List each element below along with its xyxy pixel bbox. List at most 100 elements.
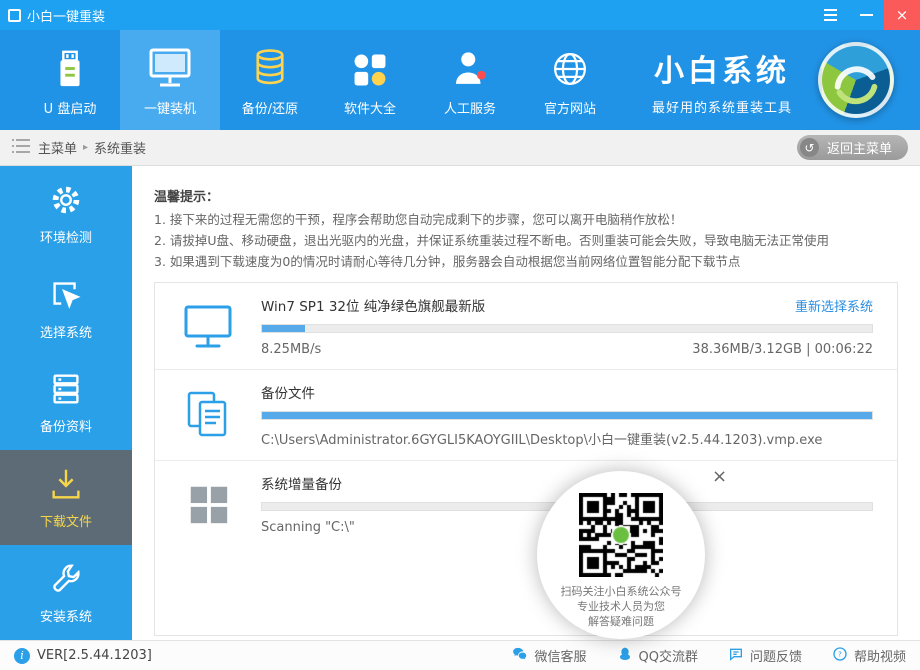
menu-icon[interactable]: [812, 0, 848, 30]
app-window: 小白一键重装 × U 盘启动 一键装机 备份/还原: [0, 0, 920, 670]
nav-label: 软件大全: [344, 98, 396, 117]
feedback-icon: [728, 646, 744, 666]
breadcrumb: 主菜单 ▸ 系统重装 ↺ 返回主菜单: [0, 130, 920, 166]
breadcrumb-separator-icon: ▸: [83, 142, 88, 153]
footer-link-label: 帮助视频: [854, 646, 906, 665]
tips-line: 2. 请拔掉U盘、移动硬盘，退出光驱内的光盘，并保证系统重装过程不断电。否则重装…: [154, 230, 898, 251]
cursor-select-icon: [47, 276, 85, 314]
back-button-label: 返回主菜单: [827, 138, 892, 157]
nav-label: U 盘启动: [44, 98, 97, 117]
qr-popup: 扫码关注小白系统公众号 专业技术人员为您 解答疑难问题: [537, 471, 705, 639]
download-section-body: Win7 SP1 32位 纯净绿色旗舰最新版 重新选择系统 8.25MB/s 3…: [261, 295, 897, 357]
sidebar-item-label: 备份资料: [40, 416, 92, 435]
back-arrow-icon: ↺: [800, 138, 819, 157]
qq-icon: [617, 646, 633, 666]
version-text: VER[2.5.44.1203]: [37, 648, 152, 663]
qr-close-icon[interactable]: ×: [712, 468, 727, 486]
incremental-status: Scanning "C:\": [261, 520, 355, 535]
footer-links: 微信客服 QQ交流群 问题反馈 ? 帮助视频: [511, 645, 906, 666]
windows-grid-icon: [155, 481, 261, 527]
body: 环境检测 选择系统 备份资料 下载文件: [0, 166, 920, 640]
sidebar-item-install-system[interactable]: 安装系统: [0, 545, 132, 640]
download-title: Win7 SP1 32位 纯净绿色旗舰最新版: [261, 295, 485, 315]
nav-label: 官方网站: [544, 98, 596, 117]
progress-panel: Win7 SP1 32位 纯净绿色旗舰最新版 重新选择系统 8.25MB/s 3…: [154, 282, 898, 636]
download-speed: 8.25MB/s: [261, 342, 321, 357]
backup-section: 备份文件 C:\Users\Administrator.6GYGLI5KAOYG…: [155, 370, 897, 461]
sidebar-item-backup-data[interactable]: 备份资料: [0, 356, 132, 451]
nav-label: 备份/还原: [242, 98, 298, 117]
database-icon: [249, 44, 291, 90]
wrench-icon: [47, 560, 85, 598]
statusbar: i VER[2.5.44.1203] 微信客服 QQ交流群 问题反馈 ? 帮助视…: [0, 640, 920, 670]
window-title: 小白一键重装: [27, 6, 105, 25]
return-main-menu-button[interactable]: ↺ 返回主菜单: [797, 135, 908, 160]
download-progress-bar: [261, 324, 873, 333]
window-controls: ×: [812, 0, 920, 30]
tips-title: 温馨提示：: [154, 186, 898, 205]
list-icon: [12, 139, 30, 157]
reselect-system-link[interactable]: 重新选择系统: [795, 296, 873, 315]
close-icon[interactable]: ×: [884, 0, 920, 30]
nav-item-software[interactable]: 软件大全: [320, 30, 420, 130]
wechat-icon: [511, 645, 528, 666]
nav-item-usb-boot[interactable]: U 盘启动: [20, 30, 120, 130]
nav-item-onekey-install[interactable]: 一键装机: [120, 30, 220, 130]
usb-drive-icon: [49, 44, 91, 90]
monitor-outline-icon: [155, 299, 261, 353]
tips-line: 1. 接下来的过程无需您的干预，程序会帮助您自动完成剩下的步骤，您可以离开电脑稍…: [154, 209, 898, 230]
top-nav: U 盘启动 一键装机 备份/还原 软件大全 人工服务: [0, 30, 920, 130]
breadcrumb-current: 系统重装: [94, 138, 146, 157]
sidebar-item-select-system[interactable]: 选择系统: [0, 261, 132, 356]
documents-icon: [155, 388, 261, 442]
backup-section-body: 备份文件 C:\Users\Administrator.6GYGLI5KAOYG…: [261, 382, 897, 448]
backup-progress-bar: [261, 411, 873, 420]
sidebar-item-env-check[interactable]: 环境检测: [0, 166, 132, 261]
brand-name: 小白系统: [652, 46, 792, 90]
backup-title: 备份文件: [261, 382, 315, 402]
nav-label: 人工服务: [444, 98, 496, 117]
breadcrumb-root[interactable]: 主菜单: [38, 138, 77, 157]
monitor-icon: [147, 44, 193, 90]
tips-line: 3. 如果遇到下载速度为0的情况时请耐心等待几分钟，服务器会自动根据您当前网络位…: [154, 251, 898, 272]
feedback-link[interactable]: 问题反馈: [728, 645, 802, 666]
minimize-icon[interactable]: [848, 0, 884, 30]
qr-line: 解答疑难问题: [561, 614, 682, 629]
apps-grid-icon: [350, 44, 390, 90]
incremental-title: 系统增量备份: [261, 473, 342, 493]
download-progress-fill: [262, 325, 305, 332]
sidebar-item-download-files[interactable]: 下载文件: [0, 450, 132, 545]
download-progress-text: 38.36MB/3.12GB | 00:06:22: [692, 342, 873, 357]
person-icon: [449, 44, 491, 90]
nav-item-service[interactable]: 人工服务: [420, 30, 520, 130]
nav-item-website[interactable]: 官方网站: [520, 30, 620, 130]
sidebar-item-label: 下载文件: [40, 511, 92, 530]
incremental-backup-section: 系统增量备份 Scanning "C:\": [155, 461, 897, 547]
help-video-icon: ?: [832, 646, 848, 666]
qr-line: 专业技术人员为您: [561, 599, 682, 614]
sidebar-item-label: 环境检测: [40, 227, 92, 246]
footer-link-label: 微信客服: [534, 646, 586, 665]
qq-group-link[interactable]: QQ交流群: [617, 645, 698, 666]
gear-icon: [47, 181, 85, 219]
brand: 小白系统 最好用的系统重装工具: [652, 46, 792, 116]
app-icon: [8, 9, 21, 22]
brand-slogan: 最好用的系统重装工具: [652, 97, 792, 116]
qr-code: [579, 493, 663, 577]
globe-icon: [549, 44, 591, 90]
download-section: Win7 SP1 32位 纯净绿色旗舰最新版 重新选择系统 8.25MB/s 3…: [155, 283, 897, 370]
svg-text:?: ?: [838, 649, 842, 658]
nav-item-backup-restore[interactable]: 备份/还原: [220, 30, 320, 130]
download-icon: [47, 465, 85, 503]
qr-line: 扫码关注小白系统公众号: [561, 584, 682, 599]
server-icon: [47, 370, 85, 408]
help-video-link[interactable]: ? 帮助视频: [832, 645, 906, 666]
backup-progress-fill: [262, 412, 872, 419]
footer-link-label: 问题反馈: [750, 646, 802, 665]
main-content: 温馨提示： 1. 接下来的过程无需您的干预，程序会帮助您自动完成剩下的步骤，您可…: [132, 166, 920, 640]
backup-path: C:\Users\Administrator.6GYGLI5KAOYGIIL\D…: [261, 429, 822, 448]
info-icon: i: [14, 648, 30, 664]
wechat-service-link[interactable]: 微信客服: [511, 645, 586, 666]
qr-popup-text: 扫码关注小白系统公众号 专业技术人员为您 解答疑难问题: [561, 584, 682, 629]
brand-logo-icon: [818, 42, 894, 118]
